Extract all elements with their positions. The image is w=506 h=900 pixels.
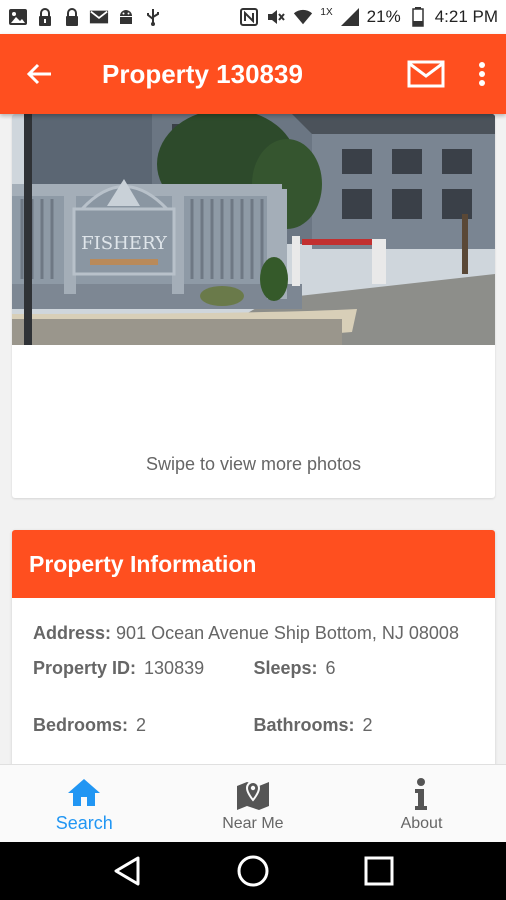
nav-about-label: About: [400, 814, 443, 832]
property-info-header: Property Information: [12, 530, 495, 598]
swipe-hint: Swipe to view more photos: [145, 454, 362, 474]
home-icon: [66, 774, 102, 810]
status-bar: 1X 21% 4:21 PM: [0, 0, 506, 34]
mail-icon: [89, 7, 109, 27]
battery-icon: [408, 7, 428, 27]
property-id-field: Property ID: 130839: [33, 657, 254, 680]
arrow-back-icon: [26, 63, 51, 85]
property-id-value: 130839: [144, 658, 205, 678]
info-icon: [403, 776, 439, 812]
image-icon: [8, 7, 28, 27]
bed-bath-row: Bedrooms: 2 Bathrooms: 2: [33, 714, 474, 737]
system-navigation-bar: [0, 842, 506, 900]
system-home-button[interactable]: [228, 846, 278, 896]
lock-icon: [62, 7, 82, 27]
nav-search-label: Search: [55, 813, 113, 833]
sleeps-field: Sleeps: 6: [254, 657, 475, 680]
signal-icon: [340, 7, 360, 27]
property-info-title: Property Information: [29, 550, 257, 577]
address-value[interactable]: 901 Ocean Avenue Ship Bottom, NJ 08008: [116, 623, 459, 643]
property-id-label: Property ID:: [33, 658, 137, 678]
bedrooms-value: 2: [136, 715, 147, 735]
status-bar-system: 1X 21% 4:21 PM: [239, 7, 498, 27]
mute-icon: [266, 7, 286, 27]
bedrooms-label: Bedrooms:: [33, 715, 129, 735]
id-sleeps-row: Property ID: 130839 Sleeps: 6: [33, 657, 474, 680]
page-title: Property 130839: [102, 58, 303, 89]
nav-near-me[interactable]: Near Me: [169, 765, 338, 843]
property-info-body: Address: 901 Ocean Avenue Ship Bottom, N…: [12, 598, 495, 737]
email-button[interactable]: [396, 34, 456, 114]
lock-icon: [35, 7, 55, 27]
sleeps-value: 6: [325, 658, 336, 678]
mail-icon: [407, 60, 445, 88]
network-type-label: 1X: [320, 6, 333, 18]
app-bar: Property 130839: [0, 34, 506, 114]
bathrooms-field: Bathrooms: 2: [254, 714, 475, 737]
property-photo[interactable]: FISHERY: [12, 114, 495, 345]
map-pin-icon: [235, 776, 271, 812]
back-button[interactable]: [0, 34, 78, 114]
overflow-menu-button[interactable]: [462, 34, 502, 114]
screen: 1X 21% 4:21 PM Property 130839 FISHERY S…: [0, 0, 506, 900]
android-icon: [116, 7, 136, 27]
system-recents-button[interactable]: [354, 846, 404, 896]
recents-square-icon: [364, 856, 394, 886]
wifi-icon: [293, 7, 313, 27]
nav-search[interactable]: Search: [0, 765, 169, 843]
home-circle-icon: [237, 855, 269, 887]
back-triangle-icon: [114, 856, 140, 886]
bottom-navigation: Search Near Me About: [0, 764, 506, 842]
bathrooms-label: Bathrooms:: [253, 715, 355, 735]
sleeps-label: Sleeps:: [253, 658, 318, 678]
clock: 4:21 PM: [434, 7, 498, 26]
status-bar-notifications: [8, 7, 163, 27]
system-back-button[interactable]: [102, 846, 152, 896]
nfc-icon: [239, 7, 259, 27]
address-row: Address: 901 Ocean Avenue Ship Bottom, N…: [33, 622, 474, 645]
battery-percent: 21%: [366, 7, 401, 26]
address-label: Address:: [33, 623, 112, 643]
bathrooms-value: 2: [362, 715, 373, 735]
nav-about[interactable]: About: [337, 765, 506, 843]
sign-text: FISHERY: [81, 233, 168, 254]
bedrooms-field: Bedrooms: 2: [33, 714, 254, 737]
more-vert-icon: [479, 62, 485, 86]
property-info-card: Property Information Address: 901 Ocean …: [12, 530, 495, 764]
content-scroll[interactable]: FISHERY Swipe to view more photos Proper…: [0, 114, 506, 764]
nav-near-me-label: Near Me: [222, 814, 284, 832]
usb-icon: [143, 7, 163, 27]
photo-gallery-card: FISHERY Swipe to view more photos: [12, 114, 495, 498]
